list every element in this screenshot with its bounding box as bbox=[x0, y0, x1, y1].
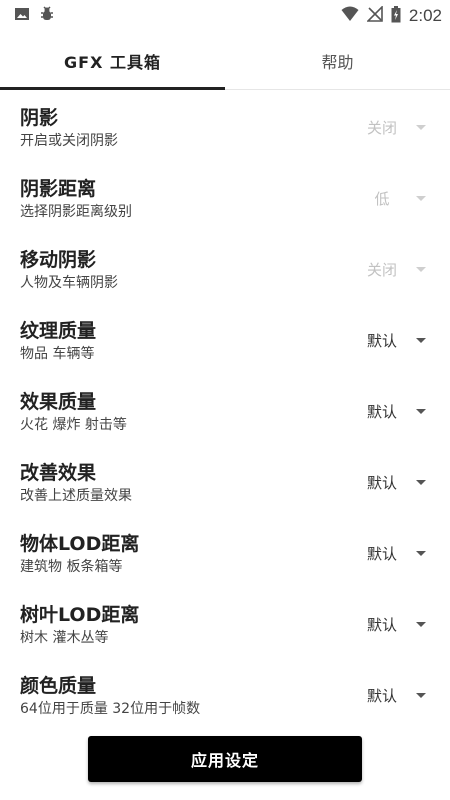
setting-title: 物体LOD距离 bbox=[20, 532, 140, 555]
setting-description: 人物及车辆阴影 bbox=[20, 274, 118, 291]
tab-gfx-toolbox[interactable]: GFX 工具箱 bbox=[0, 32, 225, 89]
setting-text: 改善效果 改善上述质量效果 bbox=[20, 460, 132, 506]
dropdown-value: 关闭 bbox=[366, 119, 397, 137]
setting-description: 64位用于质量 32位用于帧数 bbox=[20, 700, 201, 717]
setting-text: 效果质量 火花 爆炸 射击等 bbox=[20, 389, 127, 435]
setting-text: 移动阴影 人物及车辆阴影 bbox=[20, 247, 118, 293]
setting-title: 树叶LOD距离 bbox=[20, 603, 140, 626]
setting-row-shadow: 阴影 开启或关闭阴影 关闭 bbox=[0, 92, 450, 163]
setting-title: 阴影距离 bbox=[20, 177, 97, 200]
tab-bar: GFX 工具箱 帮助 bbox=[0, 32, 450, 90]
dropdown-arrow-icon bbox=[416, 551, 426, 556]
object-lod-dropdown[interactable]: 默认 bbox=[348, 543, 430, 564]
texture-quality-dropdown[interactable]: 默认 bbox=[348, 330, 430, 351]
setting-description: 建筑物 板条箱等 bbox=[20, 558, 123, 575]
shadow-distance-dropdown[interactable]: 低 bbox=[348, 188, 430, 209]
wifi-icon bbox=[341, 6, 359, 26]
moving-shadow-dropdown[interactable]: 关闭 bbox=[348, 259, 430, 280]
dropdown-arrow-icon bbox=[416, 267, 426, 272]
improve-effects-dropdown[interactable]: 默认 bbox=[348, 472, 430, 493]
tab-indicator bbox=[0, 87, 225, 90]
dropdown-value: 默认 bbox=[366, 332, 397, 350]
setting-text: 颜色质量 64位用于质量 32位用于帧数 bbox=[20, 673, 200, 719]
dropdown-value: 低 bbox=[374, 190, 390, 208]
dropdown-value: 默认 bbox=[366, 616, 397, 634]
status-right: 2:02 bbox=[341, 5, 442, 27]
dropdown-value: 默认 bbox=[366, 687, 397, 705]
setting-title: 移动阴影 bbox=[20, 248, 97, 271]
effect-quality-dropdown[interactable]: 默认 bbox=[348, 401, 430, 422]
setting-description: 开启或关闭阴影 bbox=[20, 132, 118, 149]
dropdown-arrow-icon bbox=[416, 196, 426, 201]
setting-text: 物体LOD距离 建筑物 板条箱等 bbox=[20, 531, 139, 577]
dropdown-arrow-icon bbox=[416, 338, 426, 343]
setting-title: 改善效果 bbox=[20, 461, 97, 484]
dropdown-value: 默认 bbox=[366, 474, 397, 492]
setting-row-texture-quality: 纹理质量 物品 车辆等 默认 bbox=[0, 305, 450, 376]
dropdown-value: 关闭 bbox=[366, 261, 397, 279]
settings-list: 阴影 开启或关闭阴影 关闭 阴影距离 选择阴影距离级别 低 移动阴影 人物及车辆… bbox=[0, 92, 450, 731]
setting-row-moving-shadow: 移动阴影 人物及车辆阴影 关闭 bbox=[0, 234, 450, 305]
setting-description: 改善上述质量效果 bbox=[20, 487, 132, 504]
shadow-dropdown[interactable]: 关闭 bbox=[348, 117, 430, 138]
dropdown-arrow-icon bbox=[416, 693, 426, 698]
setting-description: 树木 灌木丛等 bbox=[20, 629, 109, 646]
dropdown-value: 默认 bbox=[366, 545, 397, 563]
setting-title: 阴影 bbox=[20, 106, 59, 129]
color-quality-dropdown[interactable]: 默认 bbox=[348, 685, 430, 706]
setting-text: 阴影距离 选择阴影距离级别 bbox=[20, 176, 132, 222]
battery-icon bbox=[391, 5, 401, 27]
setting-description: 火花 爆炸 射击等 bbox=[20, 416, 127, 433]
image-icon bbox=[14, 6, 30, 26]
no-signal-icon bbox=[365, 5, 383, 26]
setting-row-object-lod: 物体LOD距离 建筑物 板条箱等 默认 bbox=[0, 518, 450, 589]
dropdown-arrow-icon bbox=[416, 125, 426, 130]
setting-text: 树叶LOD距离 树木 灌木丛等 bbox=[20, 602, 139, 648]
setting-title: 纹理质量 bbox=[20, 319, 97, 342]
setting-row-improve-effects: 改善效果 改善上述质量效果 默认 bbox=[0, 447, 450, 518]
foliage-lod-dropdown[interactable]: 默认 bbox=[348, 614, 430, 635]
status-bar: 2:02 bbox=[0, 0, 450, 32]
status-left bbox=[14, 5, 56, 27]
apply-settings-button[interactable]: 应用设定 bbox=[88, 736, 362, 782]
bug-icon bbox=[38, 5, 56, 27]
status-time: 2:02 bbox=[408, 6, 442, 25]
setting-row-foliage-lod: 树叶LOD距离 树木 灌木丛等 默认 bbox=[0, 589, 450, 660]
setting-row-color-quality: 颜色质量 64位用于质量 32位用于帧数 默认 bbox=[0, 660, 450, 731]
setting-text: 阴影 开启或关闭阴影 bbox=[20, 105, 118, 151]
setting-row-shadow-distance: 阴影距离 选择阴影距离级别 低 bbox=[0, 163, 450, 234]
setting-title: 效果质量 bbox=[20, 390, 97, 413]
dropdown-arrow-icon bbox=[416, 480, 426, 485]
setting-description: 选择阴影距离级别 bbox=[20, 203, 132, 220]
setting-description: 物品 车辆等 bbox=[20, 345, 95, 362]
dropdown-arrow-icon bbox=[416, 409, 426, 414]
setting-text: 纹理质量 物品 车辆等 bbox=[20, 318, 96, 364]
dropdown-arrow-icon bbox=[416, 622, 426, 627]
setting-title: 颜色质量 bbox=[20, 674, 97, 697]
tab-help[interactable]: 帮助 bbox=[225, 32, 450, 89]
setting-row-effect-quality: 效果质量 火花 爆炸 射击等 默认 bbox=[0, 376, 450, 447]
dropdown-value: 默认 bbox=[366, 403, 397, 421]
